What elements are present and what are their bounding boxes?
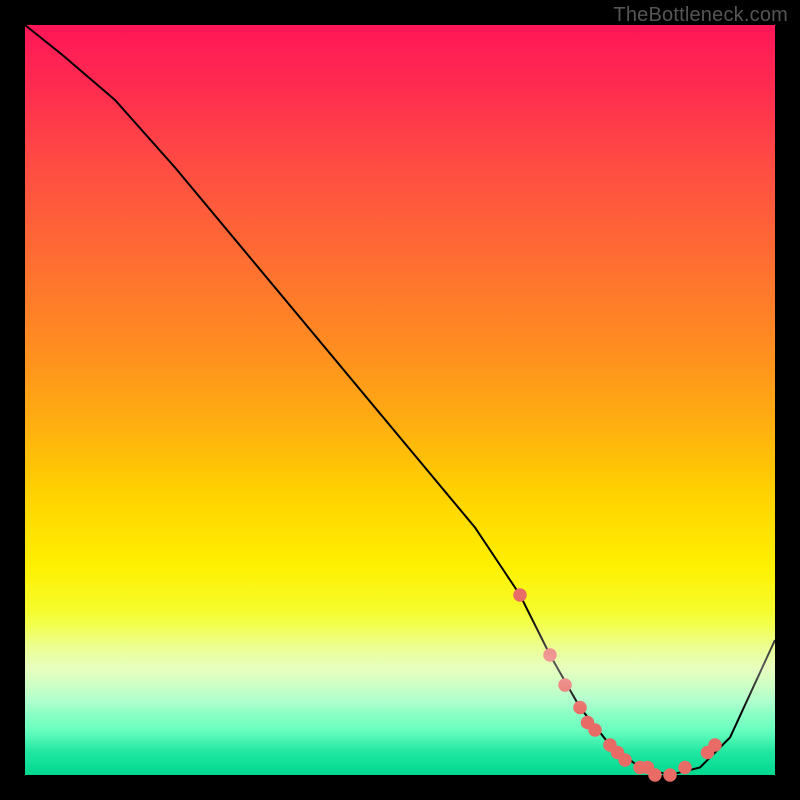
- highlight-dot: [588, 723, 602, 737]
- highlight-dot: [708, 738, 722, 752]
- bottleneck-curve: [25, 25, 775, 775]
- highlight-dot: [543, 648, 557, 662]
- chart-stage: TheBottleneck.com: [0, 0, 800, 800]
- highlight-dot: [513, 588, 527, 602]
- watermark-text: TheBottleneck.com: [613, 4, 788, 27]
- gradient-plot-area: [25, 25, 775, 775]
- highlight-dot: [663, 768, 677, 782]
- highlight-dot: [648, 768, 662, 782]
- highlight-dot: [573, 701, 587, 715]
- highlight-dots-group: [513, 588, 722, 782]
- curve-layer: [25, 25, 775, 775]
- highlight-dot: [558, 678, 572, 692]
- highlight-dot: [618, 753, 632, 767]
- highlight-dot: [678, 761, 692, 775]
